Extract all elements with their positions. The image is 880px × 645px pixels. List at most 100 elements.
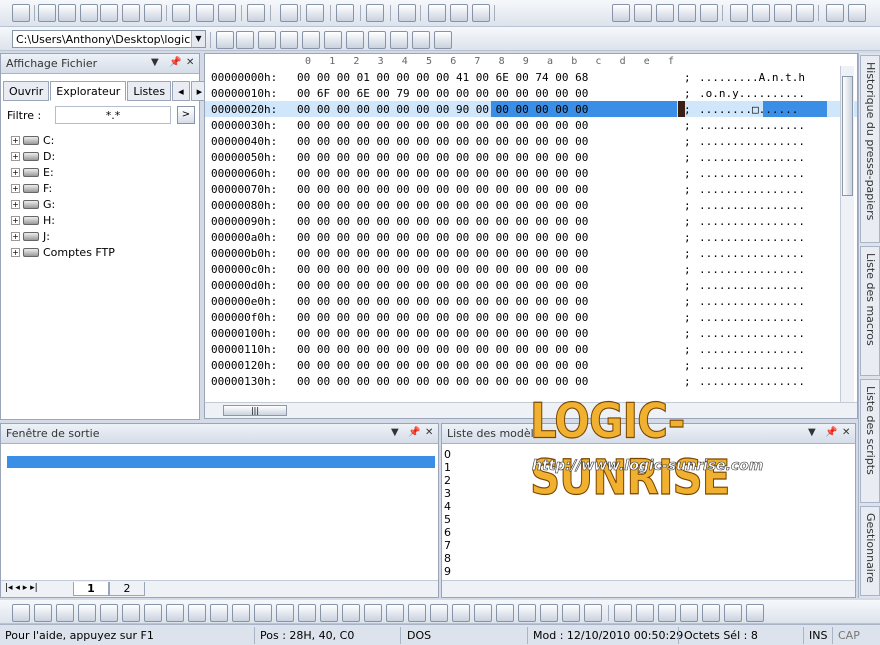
toolbar-button-icon[interactable] xyxy=(336,4,354,22)
toolbar-button-icon[interactable] xyxy=(342,604,360,622)
toolbar-button-icon[interactable] xyxy=(612,4,630,22)
row-ascii[interactable]: .........A.n.t.h xyxy=(699,71,805,84)
toolbar-button-icon[interactable] xyxy=(752,4,770,22)
row-bytes[interactable]: 00 00 00 00 00 00 00 00 00 00 00 00 00 0… xyxy=(297,327,588,340)
list-item[interactable]: 3 xyxy=(444,487,451,500)
row-ascii[interactable]: ................ xyxy=(699,215,805,228)
toolbar-button-icon[interactable] xyxy=(746,604,764,622)
hex-row[interactable]: 00000010h: 00 6F 00 6E 00 79 00 00 00 00 … xyxy=(205,85,857,101)
hex-row[interactable]: 00000020h: 00 00 00 00 00 00 00 00 90 00 … xyxy=(205,101,857,117)
toolbar-button-icon[interactable] xyxy=(452,604,470,622)
toolbar-button-icon[interactable] xyxy=(78,604,96,622)
toolbar-button-icon[interactable] xyxy=(232,604,250,622)
close-icon[interactable]: ✕ xyxy=(842,427,850,438)
row-ascii[interactable]: ................ xyxy=(699,263,805,276)
path-combo[interactable]: C:\Users\Anthony\Desktop\logic ▼ xyxy=(12,30,206,48)
tree-item[interactable]: + Comptes FTP xyxy=(11,244,115,260)
tree-item[interactable]: + C: xyxy=(11,132,115,148)
output-tab-1[interactable]: 1 xyxy=(73,582,109,596)
row-bytes[interactable]: 00 00 00 01 00 00 00 00 41 00 6E 00 74 0… xyxy=(297,71,588,84)
output-selected-line[interactable] xyxy=(7,456,435,468)
row-ascii[interactable]: ................ xyxy=(699,135,805,148)
close-icon[interactable]: ✕ xyxy=(425,427,433,438)
chevron-down-icon[interactable]: ▼ xyxy=(191,31,205,47)
hex-row[interactable]: 00000110h: 00 00 00 00 00 00 00 00 00 00 … xyxy=(205,341,857,357)
scrollbar-thumb[interactable]: ||| xyxy=(223,405,287,416)
toolbar-button-icon[interactable] xyxy=(58,4,76,22)
toolbar-button-icon[interactable] xyxy=(100,604,118,622)
toolbar-button-icon[interactable] xyxy=(796,4,814,22)
toolbar-button-icon[interactable] xyxy=(472,4,490,22)
row-ascii[interactable]: ................ xyxy=(699,183,805,196)
toolbar-button-icon[interactable] xyxy=(636,604,654,622)
row-bytes[interactable]: 00 00 00 00 00 00 00 00 00 00 00 00 00 0… xyxy=(297,263,588,276)
row-ascii[interactable]: ................ xyxy=(699,151,805,164)
tab-ouvrir[interactable]: Ouvrir xyxy=(3,81,50,101)
close-icon[interactable]: ✕ xyxy=(186,57,194,68)
toolbar-button-icon[interactable] xyxy=(656,4,674,22)
list-item[interactable]: 0 xyxy=(444,448,451,461)
toolbar-button-icon[interactable] xyxy=(254,604,272,622)
tree-item[interactable]: + J: xyxy=(11,228,115,244)
scrollbar-thumb[interactable] xyxy=(842,76,853,196)
toolbar-button-icon[interactable] xyxy=(428,4,446,22)
toolbar-button-icon[interactable] xyxy=(196,4,214,22)
tab-explorateur[interactable]: Explorateur xyxy=(50,81,127,101)
expand-icon[interactable]: + xyxy=(11,247,20,257)
toolbar-button-icon[interactable] xyxy=(434,31,452,49)
expand-icon[interactable]: + xyxy=(11,215,20,225)
toolbar-button-icon[interactable] xyxy=(144,604,162,622)
toolbar-button-icon[interactable] xyxy=(280,4,298,22)
filter-input[interactable]: *.* xyxy=(55,106,171,124)
toolbar-button-icon[interactable] xyxy=(122,4,140,22)
toolbar-button-icon[interactable] xyxy=(346,31,364,49)
list-item[interactable]: 6 xyxy=(444,526,451,539)
row-ascii[interactable]: ................ xyxy=(699,199,805,212)
tab-scroll-left[interactable]: ◂ xyxy=(172,81,190,101)
hex-row[interactable]: 000000c0h: 00 00 00 00 00 00 00 00 00 00 … xyxy=(205,261,857,277)
toolbar-button-icon[interactable] xyxy=(518,604,536,622)
hex-row[interactable]: 00000130h: 00 00 00 00 00 00 00 00 00 00 … xyxy=(205,373,857,389)
list-item[interactable]: 9 xyxy=(444,565,451,578)
row-bytes[interactable]: 00 00 00 00 00 00 00 00 00 00 00 00 00 0… xyxy=(297,167,588,180)
toolbar-button-icon[interactable] xyxy=(614,604,632,622)
toolbar-button-icon[interactable] xyxy=(412,31,430,49)
toolbar-button-icon[interactable] xyxy=(210,604,228,622)
toolbar-button-icon[interactable] xyxy=(276,604,294,622)
tab-listes[interactable]: Listes xyxy=(127,81,172,101)
output-tab-2[interactable]: 2 xyxy=(109,582,145,596)
row-ascii[interactable]: ................ xyxy=(699,279,805,292)
toolbar-button-icon[interactable] xyxy=(258,31,276,49)
list-item[interactable]: 5 xyxy=(444,513,451,526)
toolbar-button-icon[interactable] xyxy=(306,4,324,22)
toolbar-button-icon[interactable] xyxy=(474,604,492,622)
toolbar-button-icon[interactable] xyxy=(702,604,720,622)
toolbar-button-icon[interactable] xyxy=(302,31,320,49)
hex-row[interactable]: 00000100h: 00 00 00 00 00 00 00 00 00 00 … xyxy=(205,325,857,341)
row-ascii[interactable]: ................ xyxy=(699,119,805,132)
toolbar-button-icon[interactable] xyxy=(324,31,342,49)
expand-icon[interactable]: + xyxy=(11,167,20,177)
toolbar-button-icon[interactable] xyxy=(774,4,792,22)
tab-script-list[interactable]: Liste des scripts xyxy=(860,379,880,503)
toolbar-button-icon[interactable] xyxy=(247,4,265,22)
expand-icon[interactable]: + xyxy=(11,199,20,209)
toolbar-button-icon[interactable] xyxy=(364,604,382,622)
toolbar-button-icon[interactable] xyxy=(730,4,748,22)
hex-row[interactable]: 00000090h: 00 00 00 00 00 00 00 00 00 00 … xyxy=(205,213,857,229)
toolbar-button-icon[interactable] xyxy=(680,604,698,622)
row-bytes[interactable]: 00 00 00 00 00 00 00 00 00 00 00 00 00 0… xyxy=(297,311,588,324)
row-ascii[interactable]: ................ xyxy=(699,231,805,244)
toolbar-button-icon[interactable] xyxy=(634,4,652,22)
row-bytes[interactable]: 00 00 00 00 00 00 00 00 90 00 00 00 00 0… xyxy=(297,103,588,116)
toolbar-button-icon[interactable] xyxy=(398,4,416,22)
toolbar-button-icon[interactable] xyxy=(540,604,558,622)
row-ascii[interactable]: ................ xyxy=(699,359,805,372)
expand-icon[interactable]: + xyxy=(11,135,20,145)
tree-item[interactable]: + F: xyxy=(11,180,115,196)
toolbar-button-icon[interactable] xyxy=(34,604,52,622)
expand-icon[interactable]: + xyxy=(11,231,20,241)
toolbar-button-icon[interactable] xyxy=(658,604,676,622)
tree-item[interactable]: + G: xyxy=(11,196,115,212)
toolbar-button-icon[interactable] xyxy=(700,4,718,22)
